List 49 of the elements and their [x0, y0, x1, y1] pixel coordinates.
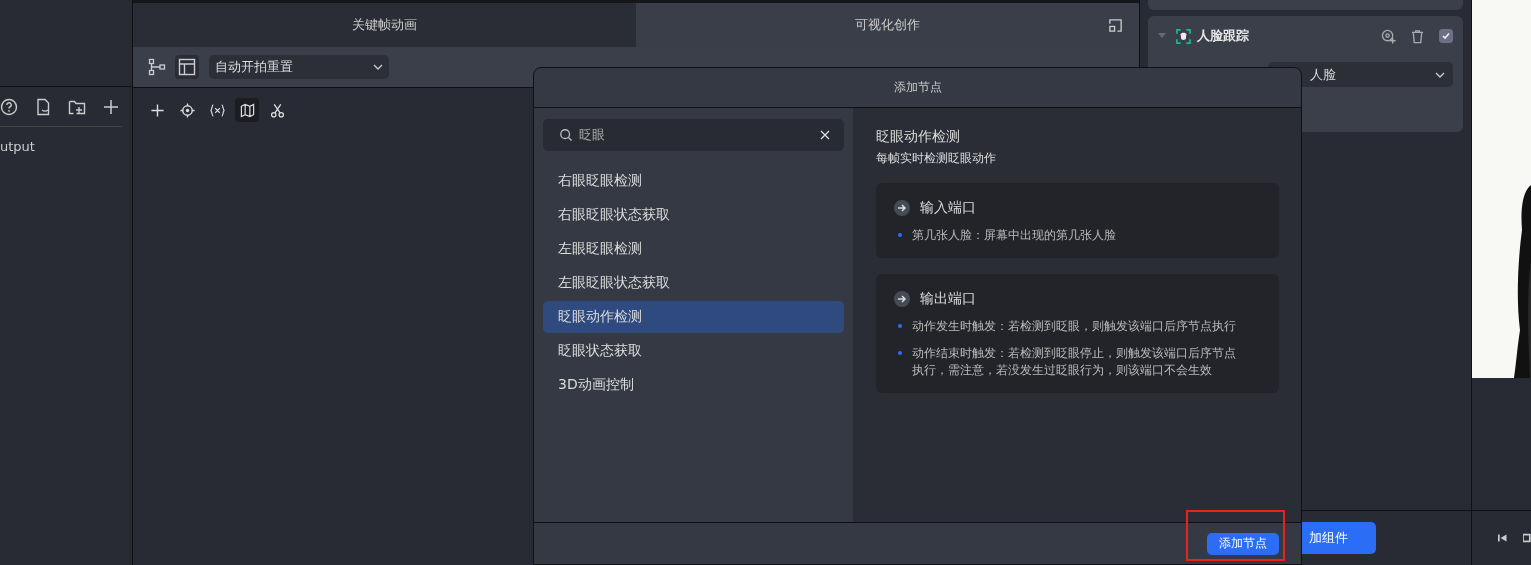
node-title: 眨眼动作检测: [876, 128, 961, 146]
add-node-button[interactable]: 添加节点: [1207, 532, 1279, 555]
result-item[interactable]: 眨眼状态获取: [543, 335, 844, 367]
arrow-circle-icon: [894, 200, 910, 216]
bullet-dot: [898, 351, 902, 355]
port-heading: 输入端口: [920, 199, 976, 217]
result-item[interactable]: 右眼眨眼检测: [543, 165, 844, 197]
add-target-icon[interactable]: [1381, 28, 1396, 44]
enable-checkbox[interactable]: [1439, 29, 1453, 43]
plus-icon: [149, 102, 165, 118]
chevron-down-icon: [1435, 71, 1445, 78]
folder-plus-icon[interactable]: [68, 98, 86, 116]
target-icon: [179, 102, 195, 118]
close-icon[interactable]: [820, 130, 830, 140]
search-icon: [559, 128, 573, 142]
dialog-title: 添加节点: [893, 79, 942, 96]
delete-icon[interactable]: [1410, 28, 1425, 44]
result-item[interactable]: 眨眼动作检测: [543, 301, 844, 333]
result-item[interactable]: 3D动画控制: [543, 369, 844, 401]
port-description: 第几张人脸：屏幕中出现的第几张人脸: [912, 227, 1117, 244]
port-description: 动作结束时触发：若检测到眨眼停止，则触发该端口后序节点执行，需注意，若没发生过眨眼行为，则该端口不会生效: [912, 345, 1237, 379]
stop-icon[interactable]: [1522, 533, 1531, 543]
map-tool-button[interactable]: [235, 98, 259, 122]
scene-dropdown[interactable]: 自动开拍重置: [209, 55, 389, 79]
add-icon[interactable]: [102, 98, 120, 116]
check-icon: [1441, 31, 1451, 41]
chevron-down-icon: [373, 64, 383, 70]
bullet-dot: [898, 324, 902, 328]
map-icon: [239, 102, 255, 118]
search-field[interactable]: 眨眼: [543, 119, 844, 151]
port-description: 动作发生时触发：若检测到眨眼，则触发该端口后序节点执行: [912, 318, 1237, 335]
result-item[interactable]: 左眼眨眼检测: [543, 233, 844, 265]
scissors-icon: [269, 102, 285, 118]
arrow-circle-icon: [894, 291, 910, 307]
tab[interactable]: 可视化创作: [636, 3, 1139, 47]
port-heading: 输出端口: [920, 290, 976, 308]
file-icon[interactable]: [34, 98, 52, 116]
result-item[interactable]: 右眼眨眼状态获取: [543, 199, 844, 231]
layout-button[interactable]: [175, 55, 199, 79]
popout-icon[interactable]: [1108, 18, 1123, 33]
face-tracking-icon: [1176, 28, 1191, 44]
skip-back-icon[interactable]: [1498, 533, 1507, 543]
result-item[interactable]: 左眼眨眼状态获取: [543, 267, 844, 299]
help-icon[interactable]: [0, 98, 18, 116]
tree-item[interactable]: utput: [0, 139, 132, 154]
component-title: 人脸跟踪: [1197, 27, 1250, 45]
node-description: 每帧实时检测眨眼动作: [876, 150, 997, 167]
bullet-dot: [898, 233, 902, 237]
variable-icon: [209, 102, 225, 118]
